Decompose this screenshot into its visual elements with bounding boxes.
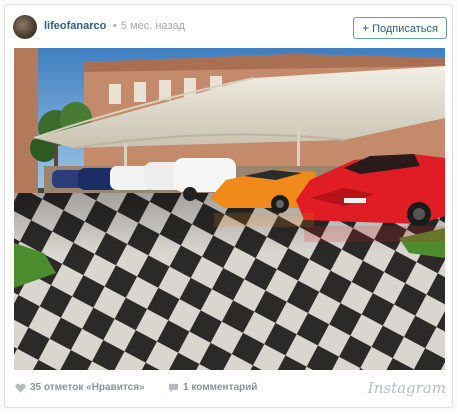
post-photo[interactable] — [14, 48, 445, 370]
comment-icon — [168, 383, 179, 392]
post-timestamp[interactable]: • 5 мес. назад — [113, 20, 185, 32]
likes-label: 35 отметок «Нравится» — [30, 382, 145, 393]
likes-count[interactable]: 35 отметок «Нравится» — [15, 382, 145, 393]
comments-label: 1 комментарий — [183, 382, 258, 393]
post-header: lifeofanarco • 5 мес. назад + Подписаться — [5, 5, 452, 47]
photo-image — [14, 48, 445, 370]
post-card: lifeofanarco • 5 мес. назад + Подписаться — [4, 4, 453, 408]
instagram-logo[interactable]: Instagram — [368, 379, 446, 397]
separator-dot: • — [113, 20, 117, 32]
plus-icon: + — [362, 21, 370, 35]
username-link[interactable]: lifeofanarco — [44, 20, 106, 32]
post-footer: 35 отметок «Нравится» 1 комментарий Inst… — [5, 379, 452, 409]
follow-label: Подписаться — [372, 23, 438, 35]
timestamp-text: 5 мес. назад — [120, 20, 185, 32]
comments-count[interactable]: 1 комментарий — [168, 382, 257, 393]
heart-icon — [15, 383, 26, 393]
avatar[interactable] — [13, 15, 37, 39]
follow-button[interactable]: + Подписаться — [353, 17, 447, 39]
